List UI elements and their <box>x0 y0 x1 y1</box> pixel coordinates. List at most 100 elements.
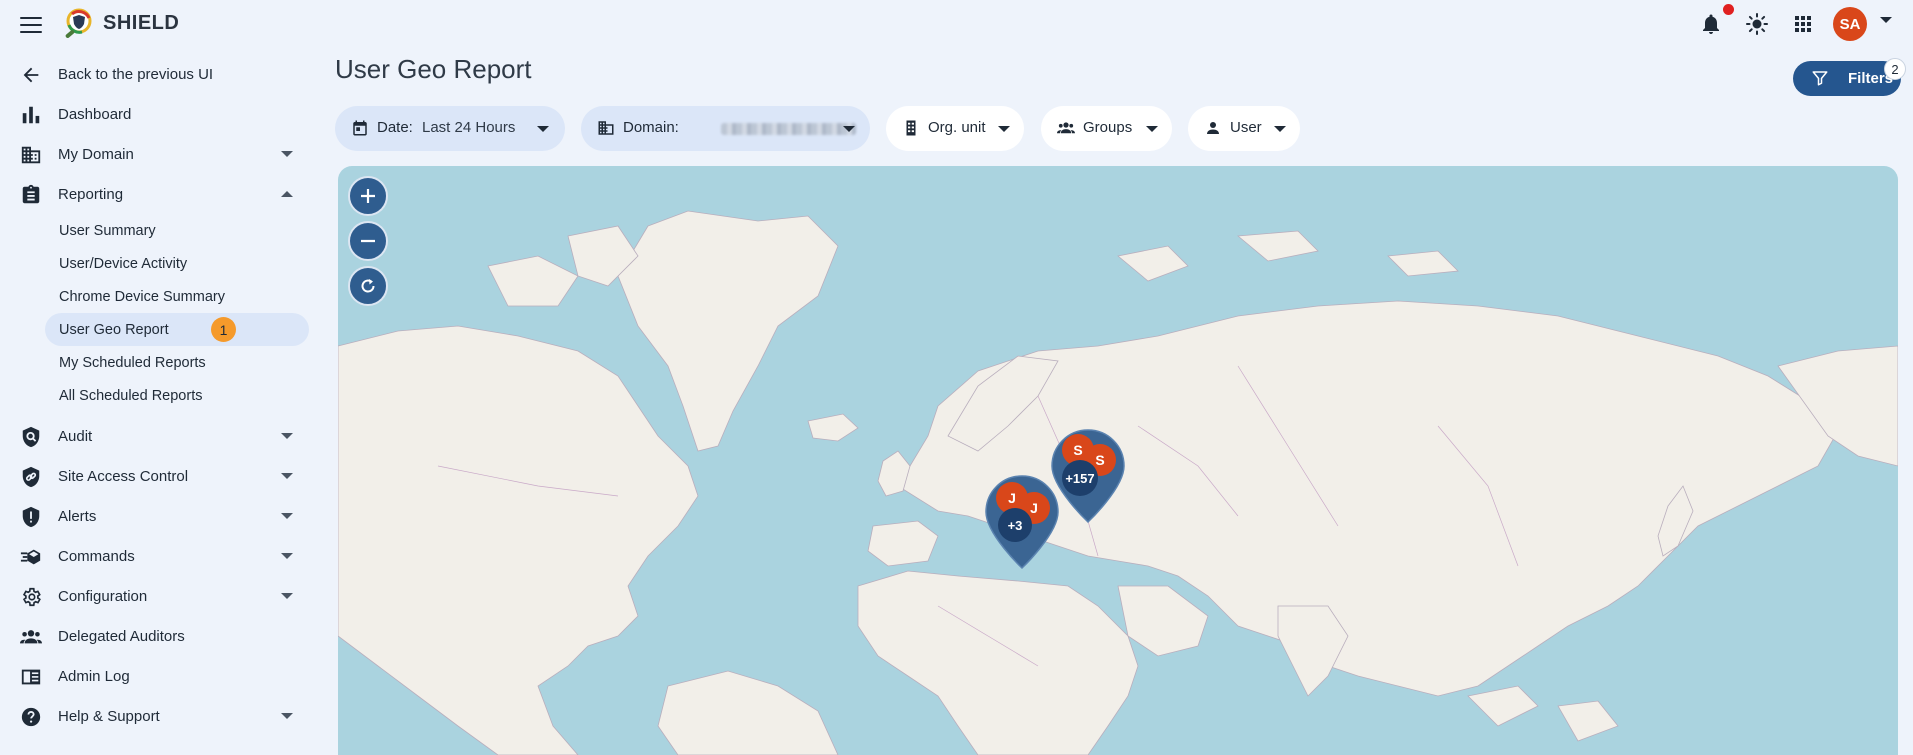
sidebar-item-label: Audit <box>58 427 93 445</box>
redacted-domain-value <box>721 123 856 135</box>
help-icon <box>21 707 41 727</box>
sidebar-item-label: Configuration <box>58 587 148 605</box>
chevron-down-icon <box>998 126 1010 132</box>
step-badge: 1 <box>211 317 236 342</box>
sidebar-item-label: My Domain <box>58 145 134 163</box>
sidebar-item-label: Alerts <box>58 507 97 525</box>
sub-item-label: My Scheduled Reports <box>59 354 206 371</box>
sub-item-label: User Summary <box>59 222 156 239</box>
sidebar: Back to the previous UI Dashboard My Dom… <box>0 54 320 736</box>
sidebar-item-reporting[interactable]: Reporting <box>0 174 320 214</box>
filters-count-badge: 2 <box>1884 58 1906 80</box>
user-filter-chip[interactable]: User <box>1188 106 1300 151</box>
reset-map-button[interactable] <box>348 266 388 306</box>
sidebar-item-label: Dashboard <box>58 105 132 123</box>
back-label: Back to the previous UI <box>58 65 214 83</box>
chevron-down-icon <box>281 513 293 519</box>
sidebar-item-audit[interactable]: Audit <box>0 416 320 456</box>
page-title: User Geo Report <box>335 54 532 84</box>
date-value: Last 24 Hours <box>422 119 516 136</box>
chevron-down-icon <box>1146 126 1158 132</box>
chevron-down-icon <box>843 126 855 132</box>
brightness-icon[interactable] <box>1745 12 1769 36</box>
building-icon <box>598 121 614 135</box>
chevron-down-icon <box>537 126 549 132</box>
refresh-icon <box>361 279 375 293</box>
chevron-down-icon <box>281 593 293 599</box>
org-unit-label: Org. unit <box>928 119 986 136</box>
sidebar-sub-user-device-activity[interactable]: User/Device Activity <box>0 247 320 280</box>
minus-icon <box>361 239 375 243</box>
sidebar-item-label: Delegated Auditors <box>58 627 185 645</box>
sub-item-label: User/Device Activity <box>59 255 188 272</box>
cluster-count: +157 <box>1062 460 1098 496</box>
map-cluster-marker-2[interactable]: S S +157 <box>1050 428 1126 524</box>
org-unit-filter-chip[interactable]: Org. unit <box>886 106 1024 151</box>
audit-search-icon <box>22 426 40 448</box>
shield-alert-icon <box>22 506 40 528</box>
bell-icon[interactable] <box>1699 12 1723 36</box>
link-shield-icon <box>22 466 40 488</box>
domain-label: Domain: <box>623 119 679 136</box>
building-icon <box>906 120 916 136</box>
calendar-icon <box>353 120 367 136</box>
arrow-left-icon <box>23 67 39 83</box>
groups-filter-chip[interactable]: Groups <box>1041 106 1172 151</box>
sub-item-label: User Geo Report <box>59 321 169 338</box>
world-map[interactable]: J J +3 S S +157 <box>338 166 1898 755</box>
chevron-down-icon <box>1274 126 1286 132</box>
date-label: Date: <box>377 119 413 136</box>
notification-dot <box>1723 4 1734 15</box>
apps-grid-icon[interactable] <box>1791 12 1815 36</box>
sidebar-item-alerts[interactable]: Alerts <box>0 496 320 536</box>
chevron-down-icon <box>281 553 293 559</box>
sidebar-item-site-access-control[interactable]: Site Access Control <box>0 456 320 496</box>
top-bar: SHIELD SA <box>0 0 1913 48</box>
funnel-icon <box>1812 71 1828 86</box>
chevron-down-icon <box>281 713 293 719</box>
commands-icon <box>20 549 41 565</box>
sidebar-item-admin-log[interactable]: Admin Log <box>0 656 320 696</box>
sidebar-item-my-domain[interactable]: My Domain <box>0 134 320 174</box>
groups-label: Groups <box>1083 119 1133 136</box>
zoom-in-button[interactable] <box>348 176 388 216</box>
chevron-down-icon[interactable] <box>1880 17 1892 23</box>
app-title: SHIELD <box>103 12 180 34</box>
sub-item-label: All Scheduled Reports <box>59 387 203 404</box>
sidebar-sub-user-geo-report[interactable]: User Geo Report 1 <box>45 313 309 346</box>
chevron-down-icon <box>281 433 293 439</box>
plus-icon <box>361 189 375 203</box>
zoom-out-button[interactable] <box>348 221 388 261</box>
back-to-previous-ui[interactable]: Back to the previous UI <box>0 54 320 94</box>
people-icon <box>1057 122 1075 134</box>
sidebar-sub-chrome-device-summary[interactable]: Chrome Device Summary <box>0 280 320 313</box>
map-cluster-marker-1[interactable]: J J +3 <box>984 474 1060 570</box>
person-icon <box>1207 122 1219 134</box>
sidebar-item-commands[interactable]: Commands <box>0 536 320 576</box>
user-label: User <box>1230 119 1262 136</box>
bar-chart-icon <box>22 106 40 124</box>
date-filter-chip[interactable]: Date: Last 24 Hours <box>335 106 565 151</box>
sidebar-item-configuration[interactable]: Configuration <box>0 576 320 616</box>
hamburger-menu-icon[interactable] <box>18 12 44 36</box>
sidebar-item-help-support[interactable]: Help & Support <box>0 696 320 736</box>
gear-icon <box>22 587 41 607</box>
sidebar-item-label: Reporting <box>58 185 124 203</box>
sidebar-sub-my-scheduled-reports[interactable]: My Scheduled Reports <box>0 346 320 379</box>
log-book-icon <box>21 669 41 685</box>
sidebar-item-label: Admin Log <box>58 667 130 685</box>
sidebar-item-delegated-auditors[interactable]: Delegated Auditors <box>0 616 320 656</box>
cluster-count: +3 <box>998 508 1032 542</box>
sidebar-item-label: Commands <box>58 547 135 565</box>
domain-filter-chip[interactable]: Domain: <box>581 106 870 151</box>
sidebar-sub-all-scheduled-reports[interactable]: All Scheduled Reports <box>0 379 320 412</box>
sub-item-label: Chrome Device Summary <box>59 288 225 305</box>
sidebar-sub-user-summary[interactable]: User Summary <box>0 214 320 247</box>
building-icon <box>21 146 41 164</box>
user-avatar[interactable]: SA <box>1833 7 1867 41</box>
sidebar-item-label: Site Access Control <box>58 467 189 485</box>
chevron-down-icon <box>281 473 293 479</box>
clipboard-icon <box>22 184 40 204</box>
sidebar-item-dashboard[interactable]: Dashboard <box>0 94 320 134</box>
sidebar-item-label: Help & Support <box>58 707 160 725</box>
